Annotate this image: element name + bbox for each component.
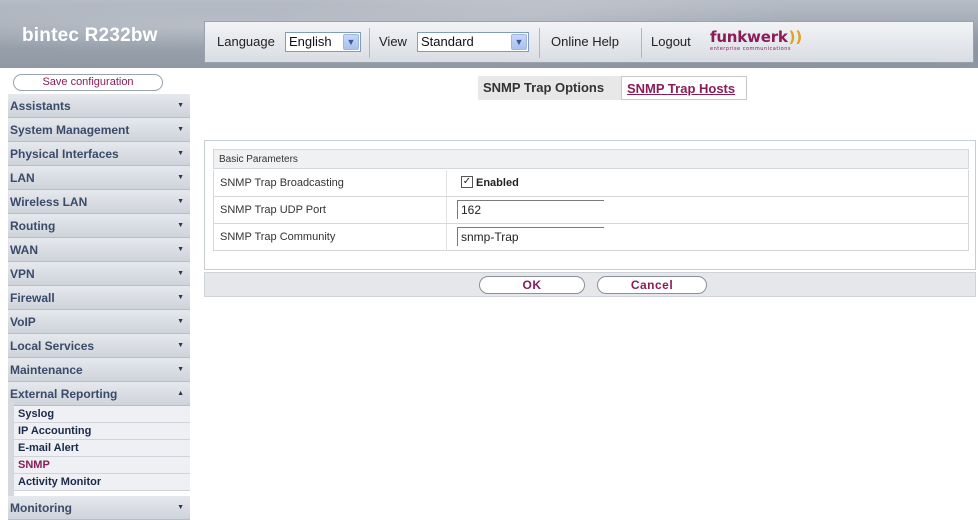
sidebar-item-system-management[interactable]: System Management ▼ [8, 118, 190, 142]
caret-down-icon: ▼ [177, 366, 184, 373]
sidebar-item-label: LAN [10, 171, 35, 185]
sidebar-item-label: Monitoring [10, 501, 72, 515]
chevron-down-icon[interactable]: ▼ [511, 34, 527, 50]
caret-down-icon: ▼ [177, 246, 184, 253]
caret-down-icon: ▼ [177, 318, 184, 325]
view-label: View [379, 34, 407, 49]
funkwerk-logo: funkwerk)) enterprise communications [710, 28, 803, 52]
sidebar-item-label: External Reporting [10, 387, 118, 401]
sidebar-item-external-reporting[interactable]: External Reporting ▲ [8, 382, 190, 406]
sidebar-item-label: VoIP [10, 315, 36, 329]
sidebar-subitem-email-alert[interactable]: E-mail Alert [14, 440, 190, 457]
ok-button[interactable]: OK [479, 276, 585, 294]
caret-down-icon: ▼ [177, 126, 184, 133]
field-label: SNMP Trap UDP Port [220, 204, 326, 216]
sidebar-item-firewall[interactable]: Firewall ▼ [8, 286, 190, 310]
caret-down-icon: ▼ [177, 198, 184, 205]
caret-up-icon: ▲ [177, 390, 184, 397]
trap-udp-port-input[interactable]: 162 [457, 200, 604, 219]
button-bar: OK Cancel [204, 272, 976, 297]
settings-form: Basic Parameters SNMP Trap Broadcasting … [204, 140, 976, 270]
sidebar-item-label: Maintenance [10, 363, 83, 377]
sidebar-item-voip[interactable]: VoIP ▼ [8, 310, 190, 334]
view-select-value: Standard [421, 34, 474, 49]
form-row-trap-udp-port: SNMP Trap UDP Port 162 [213, 197, 969, 224]
sidebar-item-label: Wireless LAN [10, 195, 88, 209]
sidebar-item-lan[interactable]: LAN ▼ [8, 166, 190, 190]
save-configuration-button[interactable]: Save configuration [13, 74, 163, 91]
trap-broadcasting-checkbox[interactable]: ✓ [461, 176, 473, 188]
toolbar-divider [641, 28, 642, 58]
logout-link[interactable]: Logout [651, 34, 691, 49]
sidebar-item-physical-interfaces[interactable]: Physical Interfaces ▼ [8, 142, 190, 166]
sidebar-item-label: Physical Interfaces [10, 147, 119, 161]
sidebar-subitem-activity-monitor[interactable]: Activity Monitor [14, 474, 190, 491]
sidebar-item-wan[interactable]: WAN ▼ [8, 238, 190, 262]
sidebar-item-label: Local Services [10, 339, 95, 353]
logo-tagline: enterprise communications [710, 46, 791, 52]
language-select-value: English [289, 34, 332, 49]
sidebar-subitem-snmp[interactable]: SNMP [14, 457, 190, 474]
cancel-button[interactable]: Cancel [597, 276, 707, 294]
logo-wordmark: funkwerk [710, 28, 788, 46]
sidebar-item-label: Assistants [10, 99, 71, 113]
language-select[interactable]: English ▼ [285, 32, 361, 52]
sidebar-nav: Save configuration Assistants ▼ System Ma… [8, 69, 190, 520]
top-toolbar: Language English ▼ View Standard ▼ Onlin… [204, 21, 974, 63]
caret-down-icon: ▼ [177, 294, 184, 301]
field-label: SNMP Trap Community [220, 231, 336, 243]
sidebar-item-label: System Management [10, 123, 130, 137]
row-divider [446, 170, 447, 196]
caret-down-icon: ▼ [177, 342, 184, 349]
caret-down-icon: ▼ [177, 222, 184, 229]
form-row-trap-community: SNMP Trap Community snmp-Trap [213, 224, 969, 251]
sidebar-item-label: Firewall [10, 291, 55, 305]
form-row-trap-broadcasting: SNMP Trap Broadcasting ✓ Enabled [213, 170, 969, 197]
row-divider [446, 224, 447, 250]
row-divider [446, 197, 447, 223]
logo-waves-icon: )) [788, 28, 803, 46]
sidebar-subitem-syslog[interactable]: Syslog [14, 406, 190, 423]
sidebar-subitem-ip-accounting[interactable]: IP Accounting [14, 423, 190, 440]
language-label: Language [217, 34, 275, 49]
tab-snmp-trap-hosts[interactable]: SNMP Trap Hosts [621, 76, 747, 100]
caret-down-icon: ▼ [177, 270, 184, 277]
online-help-link[interactable]: Online Help [551, 34, 619, 49]
sidebar-item-maintenance[interactable]: Maintenance ▼ [8, 358, 190, 382]
view-select[interactable]: Standard ▼ [417, 32, 529, 52]
tab-snmp-trap-options[interactable]: SNMP Trap Options [478, 76, 621, 100]
caret-down-icon: ▼ [177, 174, 184, 181]
toolbar-divider [369, 28, 370, 58]
field-label: SNMP Trap Broadcasting [220, 177, 344, 189]
trap-community-input[interactable]: snmp-Trap [457, 227, 604, 246]
sidebar-item-local-services[interactable]: Local Services ▼ [8, 334, 190, 358]
caret-down-icon: ▼ [177, 102, 184, 109]
caret-down-icon: ▼ [177, 504, 184, 511]
checkbox-label: Enabled [476, 177, 519, 189]
device-title: bintec R232bw [22, 25, 158, 46]
caret-down-icon: ▼ [177, 150, 184, 157]
checkmark-icon: ✓ [462, 176, 472, 187]
sidebar-item-monitoring[interactable]: Monitoring ▼ [8, 496, 190, 520]
chevron-down-icon[interactable]: ▼ [343, 34, 359, 50]
header-bar: bintec R232bw Language English ▼ View St… [0, 0, 978, 68]
sidebar-item-label: WAN [10, 243, 38, 257]
section-title: Basic Parameters [213, 149, 969, 169]
toolbar-divider [539, 28, 540, 58]
sidebar-item-vpn[interactable]: VPN ▼ [8, 262, 190, 286]
sidebar-item-label: VPN [10, 267, 35, 281]
sidebar-item-assistants[interactable]: Assistants ▼ [8, 94, 190, 118]
sidebar-item-routing[interactable]: Routing ▼ [8, 214, 190, 238]
sidebar-item-label: Routing [10, 219, 56, 233]
sidebar-item-wireless-lan[interactable]: Wireless LAN ▼ [8, 190, 190, 214]
